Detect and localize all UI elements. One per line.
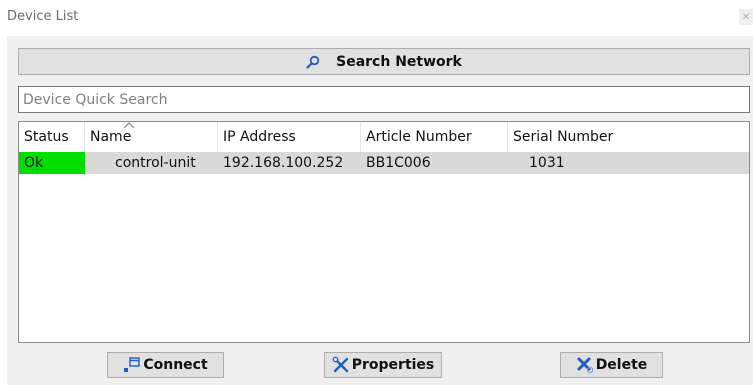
device-table[interactable]: Status Name IP Address Article Number Se… xyxy=(18,121,750,343)
article-number-cell: BB1C006 xyxy=(366,155,431,171)
table-row[interactable]: Ok control-unit 192.168.100.252 BB1C006 … xyxy=(19,152,749,174)
tools-icon xyxy=(332,356,350,374)
connect-icon xyxy=(123,356,141,374)
column-header-serial-number[interactable]: Serial Number xyxy=(508,122,749,152)
close-icon[interactable]: ✕ xyxy=(739,9,753,25)
connect-label: Connect xyxy=(143,357,208,373)
delete-icon xyxy=(576,356,594,374)
serial-number-cell: 1031 xyxy=(529,155,565,171)
column-header-ip-address[interactable]: IP Address xyxy=(218,122,361,152)
ip-address-cell: 192.168.100.252 xyxy=(223,155,344,171)
properties-button[interactable]: Properties xyxy=(324,352,442,378)
properties-label: Properties xyxy=(351,357,435,373)
device-quick-search-input[interactable] xyxy=(18,86,750,113)
window-title: Device List xyxy=(7,9,79,24)
delete-button[interactable]: Delete xyxy=(560,352,663,378)
column-header-article-number[interactable]: Article Number xyxy=(361,122,508,152)
column-header-status[interactable]: Status xyxy=(19,122,85,152)
name-cell: control-unit xyxy=(115,155,196,171)
magnifier-icon xyxy=(306,55,320,69)
delete-label: Delete xyxy=(595,357,648,373)
title-bar: Device List ✕ xyxy=(0,0,753,34)
search-network-button[interactable]: Search Network xyxy=(18,48,750,75)
status-cell: Ok xyxy=(19,152,85,174)
sort-ascending-icon xyxy=(123,122,135,129)
connect-button[interactable]: Connect xyxy=(107,352,224,378)
search-network-label: Search Network xyxy=(336,53,462,70)
column-header-name[interactable]: Name xyxy=(85,122,218,152)
